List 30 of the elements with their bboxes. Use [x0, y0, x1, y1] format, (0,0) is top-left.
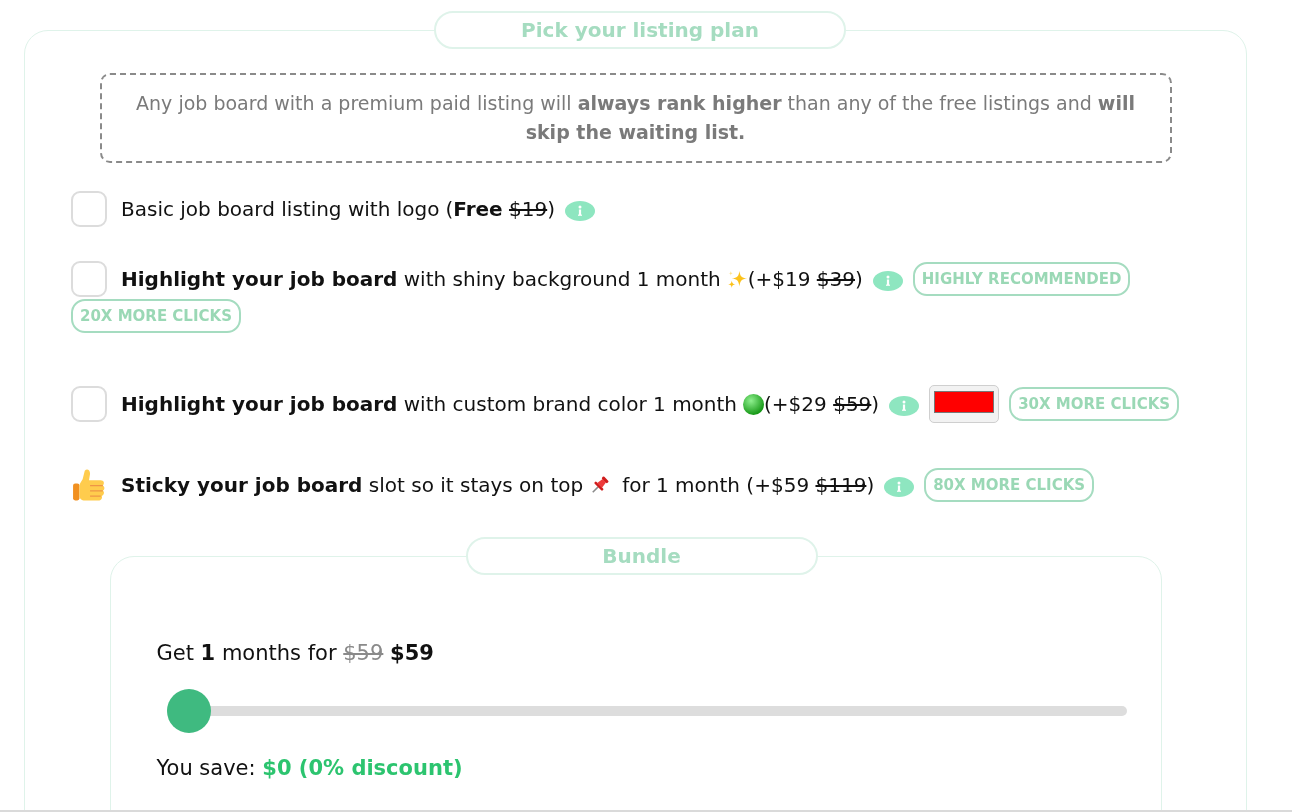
price-text: (+$29 $59): [764, 392, 880, 416]
pushpin-icon: [589, 474, 611, 496]
info-icon[interactable]: [884, 477, 915, 497]
checkbox[interactable]: [71, 261, 107, 297]
slider-thumb[interactable]: [166, 689, 211, 733]
price-text: (Free $19): [445, 197, 555, 221]
price-text: (+$19 $39): [747, 267, 863, 291]
thumbs-up-icon: [72, 468, 106, 502]
section-title: Bundle: [465, 537, 818, 575]
info-icon[interactable]: [565, 201, 595, 221]
sparkle-icon: [726, 268, 748, 290]
bundle-summary: Get 1 months for $59 $59: [156, 640, 435, 667]
option-label: Sticky your job board slot so it stays on top: [121, 473, 584, 497]
option-badge: 80X MORE CLICKS: [924, 468, 1095, 502]
option-badge: 30X MORE CLICKS: [1009, 387, 1180, 421]
option-label: Highlight your job board with custom brand color 1 month: [121, 392, 738, 416]
checkbox[interactable]: [71, 386, 107, 422]
option-label: Highlight your job board with shiny background 1 month: [121, 267, 721, 291]
notice-text: Any job board with a premium paid listing will always rank higher than any of the free listings and will skip the waiting list.: [99, 73, 1172, 163]
info-icon[interactable]: [872, 271, 903, 291]
price-text: for 1 month (+$59 $119): [622, 473, 875, 497]
savings-text: You save: $0 (0% discount): [156, 755, 464, 782]
dot-icon: [743, 393, 765, 415]
option-label: Basic job board listing with logo: [121, 197, 440, 221]
option-badge: 20X MORE CLICKS: [71, 299, 241, 333]
option-badge: HIGHLY RECOMMENDED: [912, 262, 1131, 296]
info-icon[interactable]: [889, 396, 920, 416]
color-picker[interactable]: [929, 385, 1000, 423]
section-title: Pick your listing plan: [434, 11, 846, 49]
checkbox[interactable]: [71, 191, 107, 227]
